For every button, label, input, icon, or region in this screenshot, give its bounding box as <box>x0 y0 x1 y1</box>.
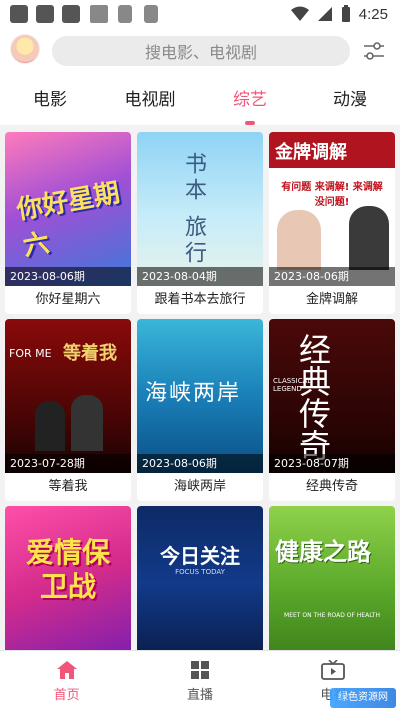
poster-image: 爱情保卫战 <box>5 506 131 650</box>
home-icon <box>56 660 77 679</box>
notification-icon <box>62 5 80 23</box>
search-input[interactable]: 搜电影、电视剧 <box>52 36 350 66</box>
video-card[interactable]: FOR ME 等着我 2023-07-28期 等着我 <box>5 319 131 501</box>
image-icon <box>90 5 108 23</box>
poster-image: 你好星期六 2023-08-06期 <box>5 132 131 286</box>
episode-label: 2023-08-06期 <box>269 267 395 286</box>
signal-icon <box>317 7 332 21</box>
grid-icon <box>190 660 209 679</box>
nav-home[interactable]: 首页 <box>0 651 133 711</box>
video-card[interactable]: 爱情保卫战 <box>5 506 131 650</box>
notification-icon <box>36 5 54 23</box>
content-grid: 你好星期六 2023-08-06期 你好星期六 书本 旅行 2023-08-04… <box>0 130 400 650</box>
tab-variety[interactable]: 综艺 <box>200 75 300 125</box>
card-title: 你好星期六 <box>35 292 101 307</box>
tab-anime[interactable]: 动漫 <box>300 75 400 125</box>
nav-label: 直播 <box>186 687 213 703</box>
notification-icon <box>10 5 28 23</box>
poster-subtitle: FOR ME <box>9 347 52 360</box>
poster-title: 等着我 <box>63 343 117 364</box>
tab-tv-series[interactable]: 电视剧 <box>100 75 200 125</box>
nav-live[interactable]: 直播 <box>133 651 266 711</box>
video-card[interactable]: 金牌调解 有问题 来调解! 来调解 没问题! 2023-08-06期 金牌调解 <box>269 132 395 314</box>
poster-title: 书本 旅行 <box>181 152 206 267</box>
lock-icon <box>118 5 132 23</box>
search-placeholder: 搜电影、电视剧 <box>144 43 257 62</box>
poster-image: FOR ME 等着我 2023-07-28期 <box>5 319 131 473</box>
poster-image: 今日关注 FOCUS TODAY <box>137 506 263 650</box>
filter-icon[interactable] <box>362 40 386 62</box>
card-title: 等着我 <box>48 479 88 494</box>
video-card[interactable]: 经典传奇 CLASSICAL LEGEND 2023-08-07期 经典传奇 <box>269 319 395 501</box>
text-icon <box>144 5 158 23</box>
poster-image: 金牌调解 有问题 来调解! 来调解 没问题! 2023-08-06期 <box>269 132 395 286</box>
episode-label: 2023-08-06期 <box>5 267 131 286</box>
poster-subtitle: 有问题 来调解! 来调解 没问题! <box>281 182 383 208</box>
poster-image: 经典传奇 CLASSICAL LEGEND 2023-08-07期 <box>269 319 395 473</box>
video-card[interactable]: 书本 旅行 2023-08-04期 跟着书本去旅行 <box>137 132 263 314</box>
episode-label: 2023-08-04期 <box>137 267 263 286</box>
battery-icon <box>341 5 350 22</box>
card-title: 经典传奇 <box>305 479 358 494</box>
watermark-badge: 绿色资源网 <box>330 688 396 708</box>
card-title: 海峡两岸 <box>173 479 226 494</box>
poster-title: 健康之路 <box>275 538 371 566</box>
video-card[interactable]: 今日关注 FOCUS TODAY <box>137 506 263 650</box>
top-header: 搜电影、电视剧 <box>0 30 400 75</box>
wifi-icon <box>290 6 309 21</box>
category-tabs: 电影 电视剧 综艺 动漫 <box>0 75 400 125</box>
video-card[interactable]: 健康之路 MEET ON THE ROAD OF HEALTH <box>269 506 395 650</box>
episode-label: 2023-08-07期 <box>269 454 395 473</box>
poster-title: 经典传奇 <box>294 333 332 461</box>
poster-image: 健康之路 MEET ON THE ROAD OF HEALTH <box>269 506 395 650</box>
episode-label: 2023-08-06期 <box>137 454 263 473</box>
clock: 4:25 <box>358 5 388 23</box>
poster-image: 海峡两岸 2023-08-06期 <box>137 319 263 473</box>
video-card[interactable]: 海峡两岸 2023-08-06期 海峡两岸 <box>137 319 263 501</box>
card-title: 金牌调解 <box>305 292 358 307</box>
poster-title: 金牌调解 <box>275 142 347 163</box>
tv-icon <box>321 659 346 680</box>
status-bar: 4:25 <box>0 0 400 30</box>
poster-title: 爱情保卫战 <box>25 536 110 603</box>
tab-movies[interactable]: 电影 <box>0 75 100 125</box>
poster-title: 今日关注 <box>160 544 240 568</box>
nav-label: 首页 <box>53 687 80 703</box>
poster-subtitle: FOCUS TODAY <box>175 568 225 576</box>
poster-title: 海峡两岸 <box>145 381 242 406</box>
video-card[interactable]: 你好星期六 2023-08-06期 你好星期六 <box>5 132 131 314</box>
card-title: 跟着书本去旅行 <box>154 292 246 307</box>
poster-subtitle: CLASSICAL LEGEND <box>273 377 312 393</box>
avatar[interactable] <box>10 34 40 64</box>
poster-subtitle: MEET ON THE ROAD OF HEALTH <box>284 612 380 619</box>
poster-image: 书本 旅行 2023-08-04期 <box>137 132 263 286</box>
episode-label: 2023-07-28期 <box>5 454 131 473</box>
